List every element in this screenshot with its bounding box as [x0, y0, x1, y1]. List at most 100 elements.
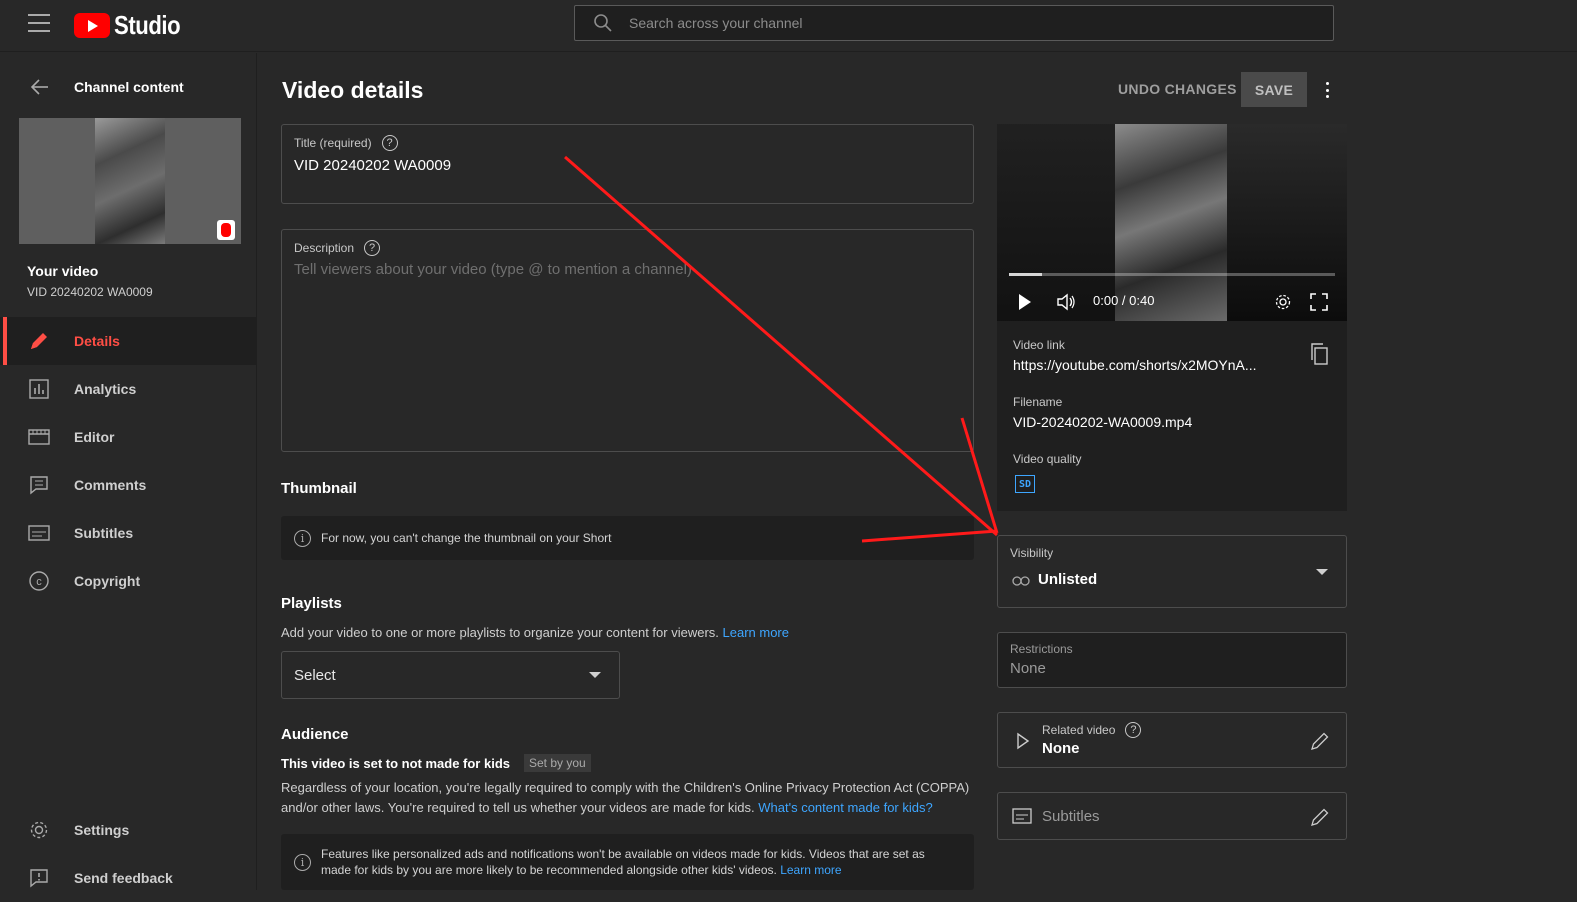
sidebar-item-label: Analytics — [74, 381, 137, 397]
audience-description: Regardless of your location, you're lega… — [281, 778, 981, 818]
audience-text-2: and/or other laws. You're required to te… — [281, 800, 755, 815]
copy-icon[interactable] — [1310, 343, 1328, 365]
playlists-learn-more-link[interactable]: Learn more — [723, 625, 789, 640]
audience-status: This video is set to not made for kids S… — [281, 754, 591, 772]
set-by-you-badge: Set by you — [524, 754, 591, 772]
back-arrow-icon[interactable] — [30, 77, 50, 97]
subtitles-icon — [28, 522, 50, 544]
filename: VID-20240202-WA0009.mp4 — [1013, 414, 1193, 430]
save-button[interactable]: SAVE — [1241, 72, 1307, 107]
more-options-icon[interactable] — [1320, 79, 1334, 101]
playlists-select[interactable]: Select — [281, 651, 620, 699]
thumbnail-heading: Thumbnail — [281, 480, 357, 497]
sidebar-item-analytics[interactable]: Analytics — [0, 365, 257, 413]
audience-info-text: Features like personalized ads and notif… — [321, 846, 925, 878]
analytics-icon — [28, 378, 50, 400]
description-field[interactable]: Description ? Tell viewers about your vi… — [281, 229, 974, 452]
sidebar-item-copyright[interactable]: c Copyright — [0, 557, 257, 605]
editor-icon — [28, 426, 50, 448]
video-time: 0:00 / 0:40 — [1093, 293, 1155, 308]
subtitles-field[interactable]: Subtitles — [997, 792, 1347, 840]
title-label: Title (required) ? — [294, 135, 398, 151]
chevron-down-icon — [589, 672, 601, 678]
search-input[interactable] — [629, 15, 1269, 31]
search-icon — [593, 13, 613, 33]
your-video-label: Your video — [27, 263, 99, 279]
youtube-play-icon — [74, 13, 110, 38]
video-quality-label: Video quality — [1013, 452, 1082, 466]
sidebar-item-label: Copyright — [74, 573, 141, 589]
shorts-icon — [217, 220, 235, 240]
sidebar-item-label: Editor — [74, 429, 115, 445]
related-video-field[interactable]: Related video ? None — [997, 712, 1347, 768]
title-field[interactable]: Title (required) ? VID 20240202 WA0009 — [281, 124, 974, 204]
visibility-label: Visibility — [1010, 546, 1054, 560]
filename-label: Filename — [1013, 395, 1063, 409]
sidebar-item-label: Comments — [74, 477, 147, 493]
video-preview-card: 0:00 / 0:40 Video link https://youtube.c… — [997, 124, 1347, 511]
progress-bar[interactable] — [1009, 273, 1335, 276]
sidebar-item-details[interactable]: Details — [0, 317, 257, 365]
search-bar[interactable] — [574, 5, 1334, 41]
sidebar-item-label: Send feedback — [74, 870, 173, 886]
visibility-dropdown[interactable]: Visibility Unlisted — [997, 535, 1347, 608]
video-frame — [1115, 124, 1227, 321]
audience-text-line-2: and/or other laws. You're required to te… — [281, 798, 981, 818]
help-icon[interactable]: ? — [1125, 722, 1142, 738]
comments-icon — [28, 474, 50, 496]
menu-icon[interactable] — [28, 14, 50, 32]
sidebar-nav: Details Analytics Editor Comments Subtit… — [0, 317, 257, 605]
chevron-down-icon — [1316, 569, 1328, 575]
restrictions-value: None — [1010, 660, 1046, 677]
video-link[interactable]: https://youtube.com/shorts/x2MOYnA... — [1013, 357, 1257, 373]
restrictions-field: Restrictions None — [997, 632, 1347, 688]
thumbnail-info: i For now, you can't change the thumbnai… — [281, 516, 974, 560]
volume-icon[interactable] — [1055, 291, 1077, 313]
related-video-value: None — [1042, 740, 1080, 757]
playlists-select-value: Select — [294, 666, 336, 684]
audience-learn-more-link[interactable]: Learn more — [780, 863, 841, 877]
video-link-label: Video link — [1013, 338, 1065, 352]
sidebar-item-label: Subtitles — [74, 525, 134, 541]
sidebar-item-settings[interactable]: Settings — [0, 806, 257, 854]
sidebar-item-label: Settings — [74, 822, 130, 838]
visibility-value: Unlisted — [1038, 571, 1098, 588]
sidebar: Channel content Your video VID 20240202 … — [0, 53, 257, 890]
related-video-label: Related video ? — [1042, 722, 1142, 738]
sidebar-item-comments[interactable]: Comments — [0, 461, 257, 509]
sidebar-item-send-feedback[interactable]: Send feedback — [0, 854, 257, 902]
video-name: VID 20240202 WA0009 — [27, 285, 153, 299]
subtitles-icon — [1012, 808, 1032, 829]
help-icon[interactable]: ? — [364, 240, 381, 256]
edit-pencil-icon[interactable] — [1310, 807, 1330, 827]
audience-info-text-2: made for kids by you are more likely to … — [321, 863, 777, 877]
link-icon — [1012, 573, 1030, 591]
audience-info: i Features like personalized ads and not… — [281, 834, 974, 890]
description-input[interactable]: Tell viewers about your video (type @ to… — [294, 261, 692, 278]
sidebar-bottom-nav: Settings Send feedback — [0, 806, 257, 902]
subtitles-label: Subtitles — [1042, 808, 1100, 825]
settings-gear-icon[interactable] — [1273, 291, 1293, 313]
title-label-text: Title (required) — [294, 136, 372, 150]
channel-content-label: Channel content — [74, 79, 184, 95]
audience-text-line-1: Regardless of your location, you're lega… — [281, 780, 970, 795]
progress-fill — [1009, 273, 1042, 276]
play-icon[interactable] — [1017, 291, 1033, 313]
video-thumbnail[interactable] — [19, 118, 241, 244]
video-player[interactable]: 0:00 / 0:40 — [997, 124, 1347, 321]
thumbnail-info-text: For now, you can't change the thumbnail … — [321, 531, 612, 545]
sidebar-item-label: Details — [74, 333, 120, 349]
fullscreen-icon[interactable] — [1309, 291, 1329, 313]
title-input[interactable]: VID 20240202 WA0009 — [294, 157, 451, 174]
back-to-channel-content[interactable]: Channel content — [0, 67, 257, 107]
app-name: Studio — [114, 10, 181, 40]
help-icon[interactable]: ? — [381, 135, 398, 151]
thumbnail-frame — [95, 118, 165, 244]
edit-pencil-icon[interactable] — [1310, 731, 1330, 751]
sidebar-item-subtitles[interactable]: Subtitles — [0, 509, 257, 557]
undo-changes-button[interactable]: UNDO CHANGES — [1118, 81, 1237, 97]
content-made-for-kids-link[interactable]: What's content made for kids? — [758, 800, 932, 815]
top-bar: Studio — [0, 0, 1577, 52]
studio-logo[interactable]: Studio — [74, 10, 192, 41]
sidebar-item-editor[interactable]: Editor — [0, 413, 257, 461]
